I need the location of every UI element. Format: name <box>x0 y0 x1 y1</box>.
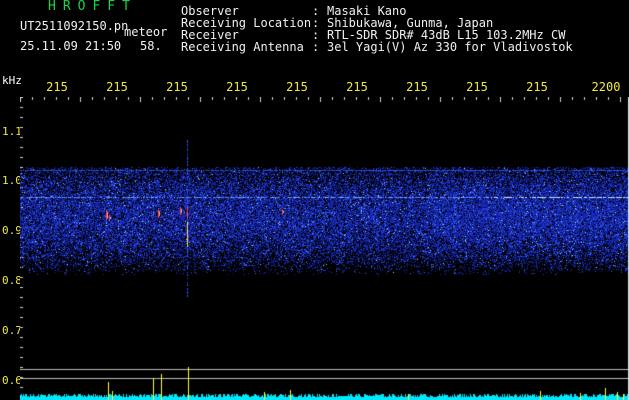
x-tick-2: 215 <box>106 80 128 94</box>
file-name: UT2511092150.pn <box>20 19 129 33</box>
y-tick-1-1: 1.1 <box>2 125 22 138</box>
file-type-label: meteor <box>124 25 168 39</box>
x-tick-7: 215 <box>406 80 428 94</box>
y-tick-0-6: 0.6 <box>2 374 22 387</box>
app-logo: HROFFT <box>48 0 137 14</box>
header-labels: Observer Receiving Location Receiver Rec… <box>181 5 311 53</box>
file-datetime: 25.11.09 21:50 <box>20 39 122 53</box>
spectrogram-canvas <box>20 97 629 400</box>
x-tick-6: 215 <box>346 80 368 94</box>
x-tick-1: 215 <box>46 80 68 94</box>
label-antenna: Receiving Antenna <box>181 40 304 54</box>
x-tick-5: 215 <box>286 80 308 94</box>
meteor-count: 58. <box>140 39 162 53</box>
x-tick-9: 215 <box>526 80 548 94</box>
x-tick-3: 215 <box>166 80 188 94</box>
y-tick-0-8: 0.8 <box>2 274 22 287</box>
x-tick-4: 215 <box>226 80 248 94</box>
value-antenna: 3el Yagi(V) Az 330 for Vladivostok <box>327 40 573 54</box>
header-values: Masaki Kano Shibukawa, Gunma, Japan RTL-… <box>327 5 573 53</box>
y-axis-unit: kHz <box>2 74 22 87</box>
y-tick-0-7: 0.7 <box>2 324 22 337</box>
x-tick-8: 215 <box>466 80 488 94</box>
x-tick-10: 2200 <box>591 80 621 94</box>
y-tick-0-9: 0.9 <box>2 224 22 237</box>
header-colons: :::: <box>312 4 320 54</box>
y-tick-1-0: 1.0 <box>2 174 22 187</box>
